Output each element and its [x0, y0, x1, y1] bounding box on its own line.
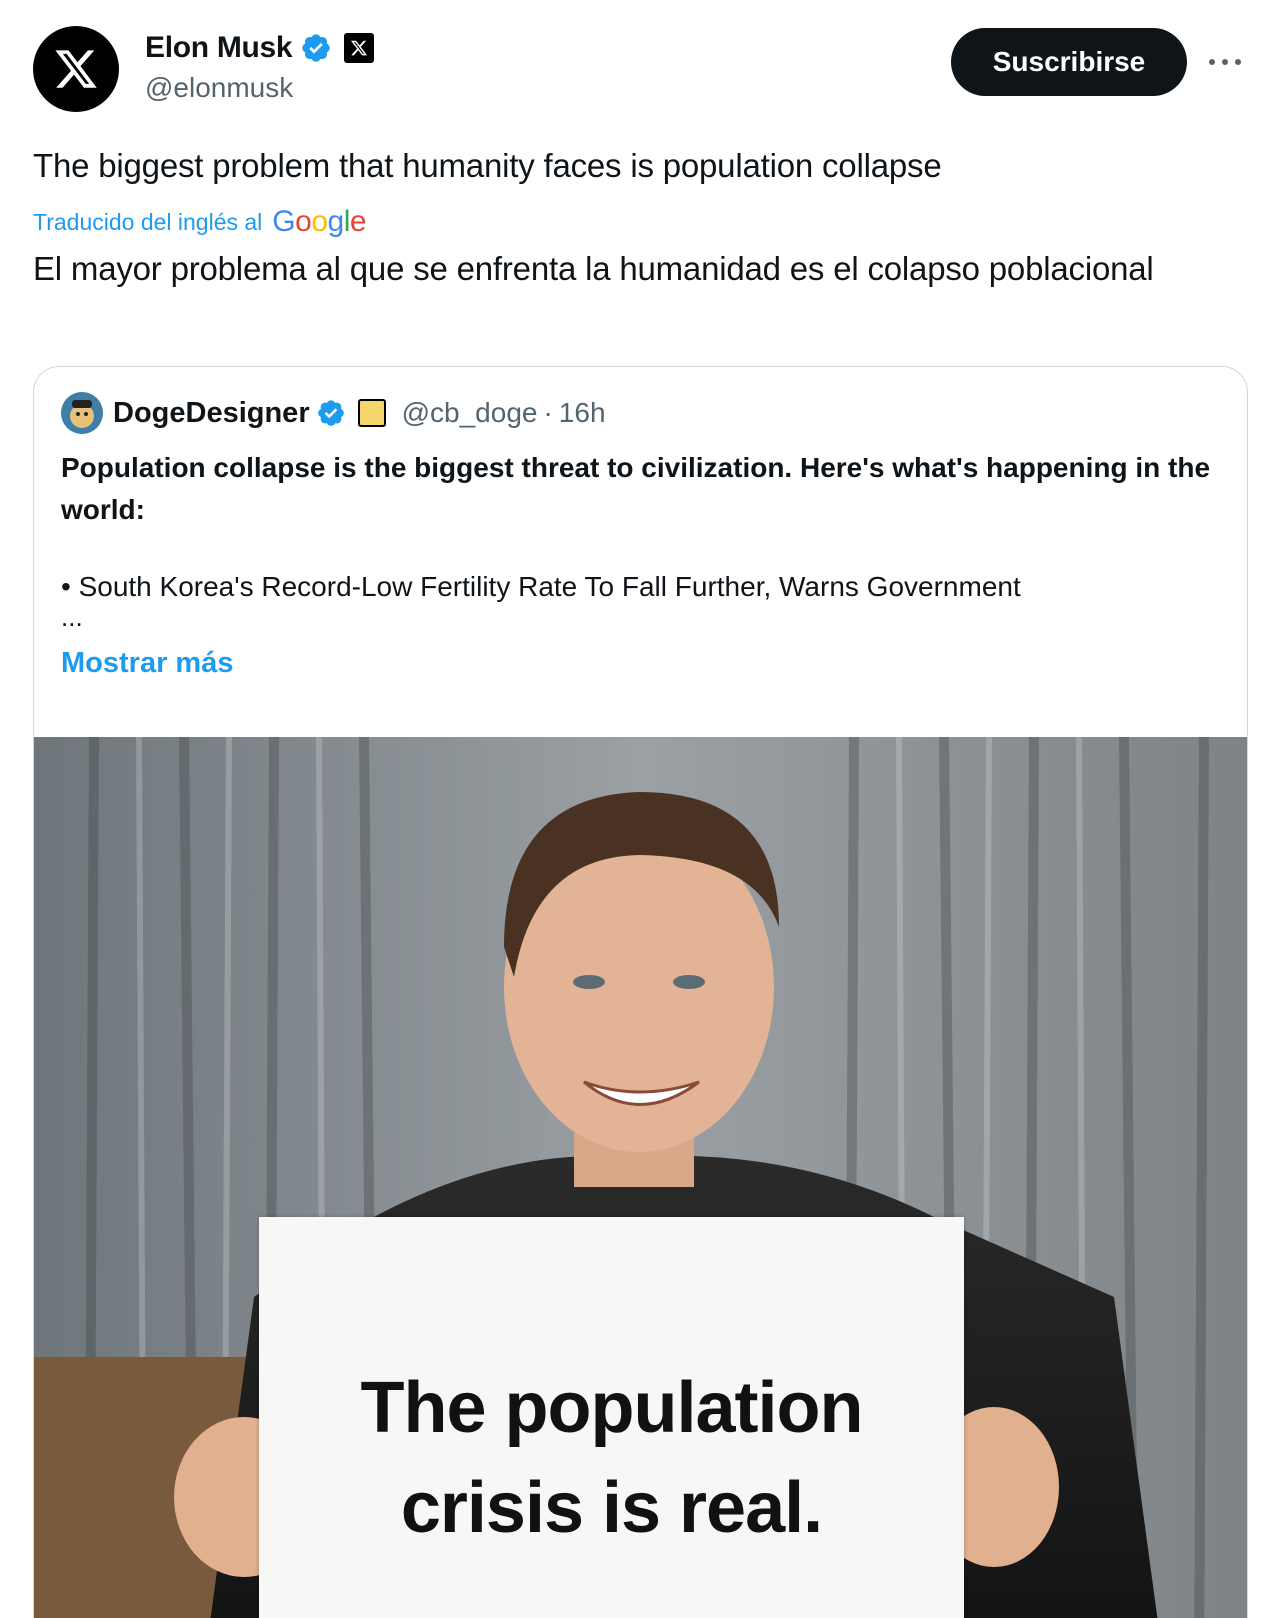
translation-attribution: Traducido del inglés al Google — [33, 202, 367, 242]
quoted-tweet-card[interactable]: DogeDesigner @cb_doge · 16h Population c… — [33, 366, 1248, 1618]
author-display-name[interactable]: Elon Musk — [145, 31, 293, 65]
author-block: Elon Musk @elonmusk — [145, 28, 375, 104]
show-more-link[interactable]: Mostrar más — [61, 647, 233, 680]
quoted-tweet-text: Population collapse is the biggest threa… — [61, 452, 1211, 525]
verified-badge-icon[interactable] — [316, 398, 346, 428]
sign-text-line-1: The population — [360, 1368, 864, 1448]
quoted-tweet-bullet: • South Korea's Record-Low Fertility Rat… — [61, 571, 1021, 602]
more-options-icon[interactable] — [1203, 40, 1247, 84]
quoted-tweet-header: DogeDesigner @cb_doge · 16h — [61, 392, 606, 434]
doge-affiliate-badge-icon[interactable] — [357, 399, 386, 427]
x-affiliate-badge-icon[interactable] — [344, 33, 375, 63]
google-logo: Google — [272, 205, 367, 238]
sign-text-line-2: crisis is real. — [400, 1468, 823, 1548]
protest-sign: The population crisis is real. — [259, 1217, 964, 1618]
quoted-timestamp[interactable]: 16h — [559, 397, 606, 429]
translated-label[interactable]: Traducido del inglés al — [33, 209, 262, 236]
truncation-ellipsis: ... — [61, 602, 83, 632]
quoted-avatar[interactable] — [61, 392, 103, 434]
x-mini-icon — [351, 40, 368, 56]
x-logo-icon — [55, 50, 97, 88]
verified-badge-icon[interactable] — [300, 32, 332, 64]
separator-dot: · — [543, 397, 553, 428]
tweet-page: Elon Musk @elonmusk Suscribirse The bigg… — [0, 0, 1280, 1618]
translated-text: El mayor problema al que se enfrenta la … — [33, 250, 1154, 287]
tweet-header: Elon Musk @elonmusk Suscribirse — [33, 26, 1248, 112]
subscribe-button[interactable]: Suscribirse — [951, 28, 1187, 96]
avatar[interactable] — [33, 26, 119, 112]
tweet-text: The biggest problem that humanity faces … — [33, 147, 942, 184]
quoted-tweet-image[interactable]: The population crisis is real. — [34, 737, 1247, 1618]
author-name-row: Elon Musk — [145, 28, 375, 68]
doge-avatar-icon — [61, 392, 103, 434]
quoted-handle[interactable]: @cb_doge — [402, 397, 538, 429]
quoted-display-name[interactable]: DogeDesigner — [113, 397, 310, 430]
author-handle[interactable]: @elonmusk — [145, 72, 374, 104]
